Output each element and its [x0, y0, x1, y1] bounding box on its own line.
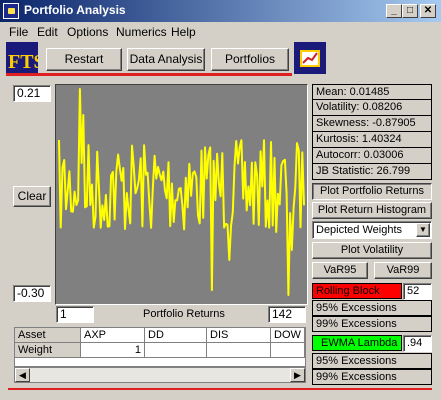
menu-options[interactable]: Options: [67, 25, 108, 39]
ewma-lambda-input[interactable]: .94: [403, 335, 432, 352]
menu-numerics[interactable]: Numerics: [116, 25, 167, 39]
grid-header-dd[interactable]: DD: [145, 328, 207, 343]
close-button[interactable]: ✕: [420, 4, 436, 18]
y-max-input[interactable]: 0.21: [13, 85, 51, 102]
y-min-input[interactable]: -0.30: [13, 285, 51, 302]
grid-cell-dd[interactable]: [145, 343, 207, 358]
grid-header-axp[interactable]: AXP: [81, 328, 145, 343]
chevron-down-icon[interactable]: ▼: [416, 223, 430, 237]
menu-edit[interactable]: Edit: [37, 25, 58, 39]
scroll-right-icon[interactable]: ▶: [290, 368, 305, 382]
weights-select[interactable]: Depicted Weights ▼: [312, 221, 432, 239]
minimize-button[interactable]: _: [386, 4, 402, 18]
stat-jb: JB Statistic: 26.799: [312, 164, 432, 180]
grid-cell-dis[interactable]: [207, 343, 271, 358]
portfolios-button[interactable]: Portfolios: [211, 48, 289, 71]
weights-grid[interactable]: Asset AXP DD DIS DOW Weight 1: [14, 327, 306, 367]
window-title: Portfolio Analysis: [24, 3, 126, 17]
maximize-button[interactable]: □: [402, 4, 418, 18]
menu-file[interactable]: File: [9, 25, 28, 39]
restart-button[interactable]: Restart: [46, 48, 122, 71]
plot-title: Portfolio Returns: [143, 308, 225, 320]
app-icon: [3, 3, 19, 19]
menu-bar: File Edit Options Numerics Help: [0, 22, 441, 40]
grid-row-label: Weight: [15, 343, 81, 358]
ewma-lambda-label: EWMA Lambda: [312, 335, 402, 351]
scroll-left-icon[interactable]: ◀: [15, 368, 30, 382]
grid-header-dow[interactable]: DOW: [271, 328, 305, 343]
var95-button[interactable]: VaR95: [312, 262, 368, 279]
returns-plot: [55, 84, 308, 305]
data-analysis-button[interactable]: Data Analysis: [127, 48, 205, 71]
svg-text:FTS: FTS: [8, 51, 38, 73]
chart-logo-icon: [294, 42, 326, 74]
plot-return-histogram-button[interactable]: Plot Return Histogram: [312, 202, 432, 219]
stat-volatility: Volatility: 0.08206: [312, 100, 432, 116]
stat-skewness: Skewness: -0.87905: [312, 116, 432, 132]
plot-portfolio-returns-button[interactable]: Plot Portfolio Returns: [312, 183, 432, 200]
grid-header-asset: Asset: [15, 328, 81, 343]
bottom-divider: [8, 388, 432, 390]
rolling-block-label: Rolling Block: [312, 283, 402, 299]
grid-cell-dow[interactable]: [271, 343, 305, 358]
x-end-input[interactable]: 142: [268, 306, 306, 323]
stat-mean: Mean: 0.01485: [312, 84, 432, 100]
stat-kurtosis: Kurtosis: 1.40324: [312, 132, 432, 148]
grid-cell-axp[interactable]: 1: [81, 343, 145, 358]
rolling-95-excessions: 95% Excessions: [312, 300, 432, 316]
ewma-95-excessions: 95% Excessions: [312, 353, 432, 369]
rolling-block-input[interactable]: 52: [403, 283, 432, 300]
plot-volatility-button[interactable]: Plot Volatility: [312, 242, 432, 259]
menu-help[interactable]: Help: [171, 25, 196, 39]
fts-logo: FTS: [6, 42, 45, 74]
toolbar-divider: [6, 73, 292, 76]
clear-button[interactable]: Clear: [13, 186, 51, 207]
x-start-input[interactable]: 1: [56, 306, 94, 323]
rolling-99-excessions: 99% Excessions: [312, 316, 432, 332]
stat-autocorr: Autocorr: 0.03006: [312, 148, 432, 164]
var99-button[interactable]: VaR99: [374, 262, 432, 279]
weights-select-value: Depicted Weights: [316, 224, 403, 236]
grid-horizontal-scrollbar[interactable]: ◀ ▶: [14, 367, 306, 383]
grid-header-dis[interactable]: DIS: [207, 328, 271, 343]
title-bar[interactable]: Portfolio Analysis _ □ ✕: [0, 0, 441, 22]
ewma-99-excessions: 99% Excessions: [312, 369, 432, 385]
returns-plot-svg: [58, 88, 305, 296]
